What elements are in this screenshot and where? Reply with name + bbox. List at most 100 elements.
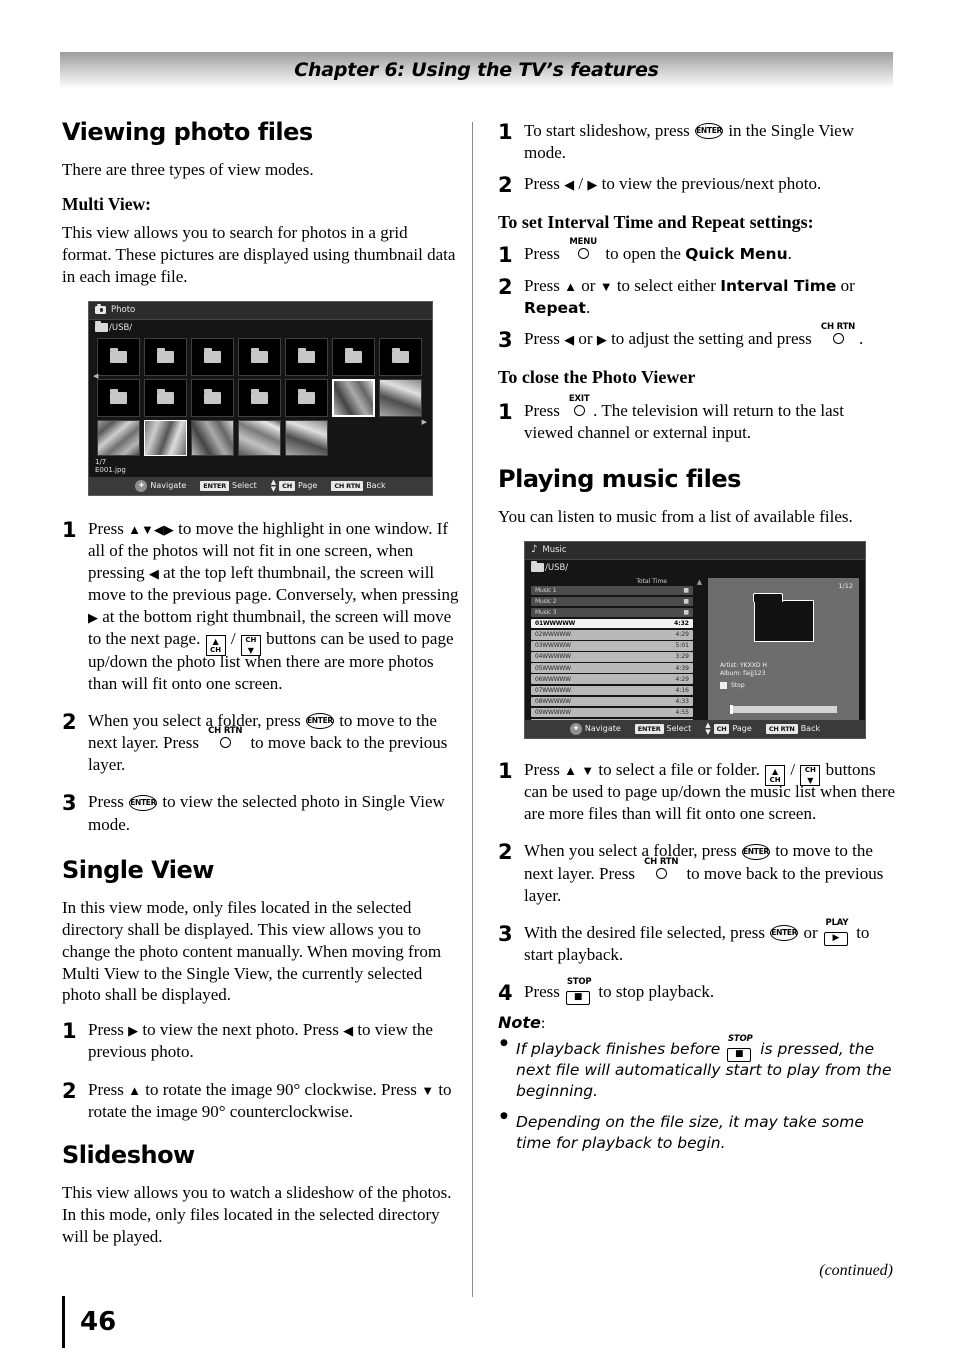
- footer-select-label: Select: [666, 724, 692, 734]
- step-text-part: Press: [88, 1079, 129, 1099]
- list-item[interactable]: Music 2 ■: [531, 596, 693, 607]
- folder-icon: [251, 347, 268, 363]
- track-time: 4:16: [675, 686, 689, 694]
- photo-grid-cell[interactable]: [285, 337, 328, 376]
- enter-pill-icon: ENTER: [200, 480, 230, 491]
- up-arrow-icon: ▲: [564, 279, 578, 295]
- photo-grid-cell[interactable]: [238, 419, 281, 456]
- photo-grid-cell[interactable]: [144, 337, 187, 376]
- step-number: 3: [62, 791, 77, 816]
- ch-pill-icon: CH: [713, 723, 730, 734]
- step-item: 2 Press ◀ / ▶ to view the previous/next …: [498, 173, 896, 196]
- photo-thumbnail: [98, 420, 139, 455]
- enter-key-icon: ENTER: [695, 123, 724, 140]
- page-number-rule: [62, 1296, 65, 1348]
- list-item[interactable]: 07WWWWW 4:16: [531, 685, 693, 696]
- step-text-part: Press: [88, 792, 129, 812]
- photo-thumbnail-grid: ◀ ▶: [89, 336, 432, 456]
- list-item[interactable]: 04WWWWW 3:29: [531, 652, 693, 662]
- music-list-scrollbar[interactable]: ▲ ▼: [693, 576, 706, 738]
- photo-thumbnail: [239, 420, 280, 455]
- list-item[interactable]: 02WWWWW 4:29: [531, 630, 693, 640]
- enter-pill-icon: ENTER: [634, 723, 664, 734]
- photo-grid-cell[interactable]: [285, 378, 328, 417]
- right-arrow-icon: ▶: [587, 177, 598, 193]
- music-note-icon: ♪: [531, 544, 538, 556]
- step-text-part: When you select a folder, press: [88, 711, 305, 731]
- track-name: Music 2: [535, 598, 557, 606]
- paragraph-single-view: In this view mode, only files located in…: [62, 897, 442, 1005]
- photo-screen-title: Photo: [111, 305, 136, 316]
- footer-back-label: Back: [366, 481, 386, 491]
- ch-up-glyph: ▲: [772, 767, 779, 777]
- stop-key-icon: STOP ■: [727, 1034, 753, 1062]
- album-label: Album: faijj123: [720, 669, 766, 677]
- photo-grid-cell[interactable]: [97, 419, 140, 456]
- photo-grid-cell-selected[interactable]: [332, 378, 375, 417]
- page-right-arrow-icon: ▶: [421, 417, 427, 426]
- step-item: 3 With the desired file selected, press …: [498, 918, 896, 966]
- track-name: 02WWWWW: [535, 631, 571, 639]
- step-item: 1 Press ▲▼◀▶ to move the highlight in on…: [62, 518, 460, 695]
- left-arrow-icon: ◀: [148, 566, 159, 582]
- list-item-selected[interactable]: 01WWWWW 4:32: [531, 618, 693, 629]
- left-arrow-icon: ◀: [564, 177, 575, 193]
- seek-bar[interactable]: [730, 704, 837, 714]
- heading-slideshow: Slideshow: [62, 1140, 195, 1169]
- list-item[interactable]: Music 1 ■: [531, 585, 693, 596]
- photo-grid-cell[interactable]: [379, 337, 422, 376]
- photo-grid-cell[interactable]: [191, 337, 234, 376]
- chrtn-pill-icon: CH RTN: [331, 480, 364, 491]
- step-text: Press ENTER to view the selected photo i…: [88, 791, 460, 835]
- scroll-up-icon[interactable]: ▲: [697, 578, 702, 586]
- photo-file-index: 1/7: [95, 457, 107, 466]
- left-arrow-icon: ◀: [343, 1023, 354, 1039]
- track-name: Music 3: [535, 609, 557, 617]
- ch-up-key-icon: ▲ CH: [765, 765, 786, 787]
- heading-close-photo-viewer: To close the Photo Viewer: [498, 367, 696, 388]
- photo-grid-cell[interactable]: [97, 378, 140, 417]
- photo-grid-cell[interactable]: [191, 378, 234, 417]
- list-item[interactable]: Music 3 ■: [531, 607, 693, 618]
- photo-grid-cell[interactable]: [97, 337, 140, 376]
- down-arrow-icon: ▼: [421, 1082, 435, 1098]
- step-text-part: to view the previous/next photo.: [597, 174, 822, 194]
- footer-navigate: ✚ Navigate: [569, 722, 621, 735]
- photo-grid-cell[interactable]: [238, 378, 281, 417]
- track-name: 08WWWWW: [535, 697, 571, 705]
- step-item: 1 Press MENU to open the Quick Menu.: [498, 237, 896, 266]
- seek-knob[interactable]: [730, 704, 733, 714]
- ch-pill-icon: CH: [279, 480, 295, 491]
- exit-key-icon: EXIT: [567, 394, 591, 417]
- step-number: 1: [62, 1019, 77, 1044]
- footer-back-label: Back: [800, 724, 821, 734]
- music-file-list[interactable]: Total Time Music 1 ■ Music 2 ■ Music 3 ■ 01…: [531, 576, 693, 738]
- photo-thumbnail: [380, 379, 421, 416]
- footer-back: CH RTN Back: [331, 480, 386, 491]
- list-item[interactable]: 09WWWWW 4:55: [531, 707, 693, 718]
- right-arrow-icon: ▶: [88, 610, 98, 626]
- track-time: 4:29: [675, 675, 689, 683]
- photo-grid-cell[interactable]: [191, 419, 234, 456]
- folder-icon: [204, 388, 221, 404]
- step-number: 2: [62, 710, 77, 735]
- step-item: 1 Press ▶ to view the next photo. Press …: [62, 1019, 460, 1063]
- photo-grid-cell[interactable]: [238, 337, 281, 376]
- step-number: 2: [498, 173, 513, 198]
- photo-grid-cell[interactable]: [144, 419, 187, 456]
- photo-grid-cell[interactable]: [144, 378, 187, 417]
- page-number: 46: [80, 1307, 117, 1337]
- step-item: 4 Press STOP ■ to stop playback.: [498, 977, 896, 1005]
- step-number: 2: [498, 840, 513, 865]
- list-item[interactable]: 05WWWWW 4:39: [531, 663, 693, 673]
- photo-grid-cell[interactable]: [285, 419, 328, 456]
- list-item[interactable]: 08WWWWW 4:33: [531, 696, 693, 707]
- step-text-part: With the desired file selected, press: [524, 922, 770, 942]
- photo-grid-cell[interactable]: [332, 337, 375, 376]
- list-item[interactable]: 06WWWWW 4:29: [531, 674, 693, 684]
- step-text: Press ◀ / ▶ to view the previous/next ph…: [524, 173, 896, 195]
- list-item[interactable]: 03WWWWW 5:01: [531, 641, 693, 651]
- step-number: 1: [498, 758, 513, 783]
- photo-grid-cell[interactable]: [379, 378, 422, 417]
- folder-icon: [157, 347, 174, 363]
